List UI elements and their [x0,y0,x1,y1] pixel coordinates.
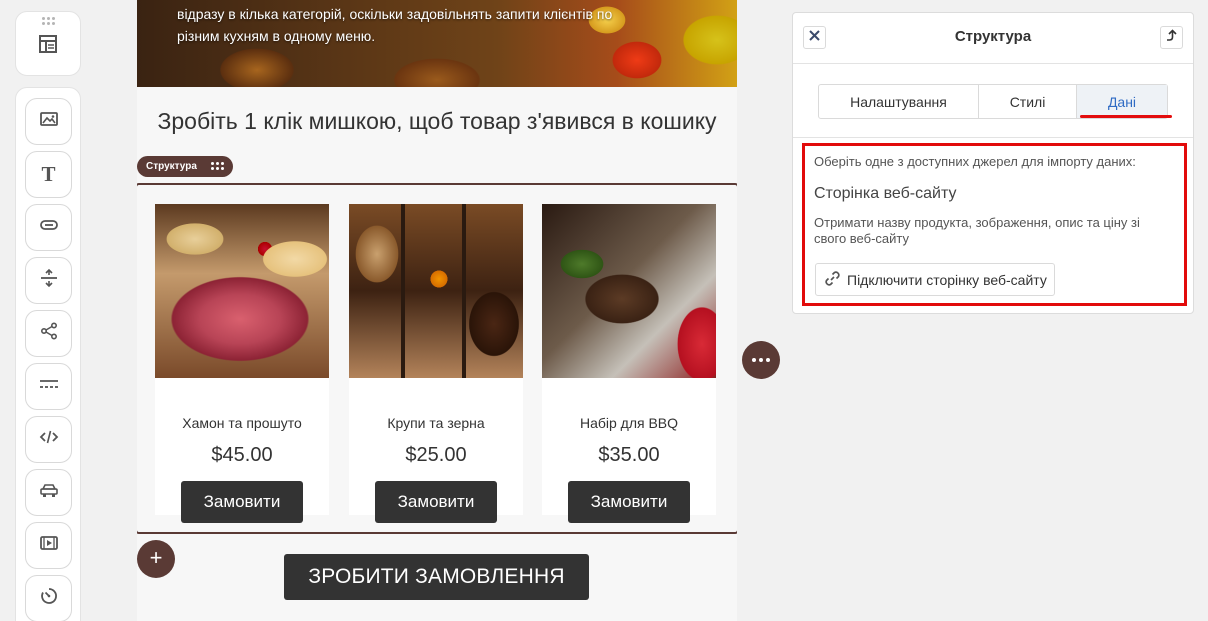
image-icon [39,109,59,134]
hero-text: відразу в кілька категорій, оскільки зад… [177,3,647,47]
place-order-button[interactable]: ЗРОБИТИ ЗАМОВЛЕННЯ [284,554,589,600]
tab-data[interactable]: Дані [1077,85,1167,118]
social-block-button[interactable] [25,310,72,357]
product-price: $25.00 [405,444,467,466]
data-source-title: Сторінка веб-сайту [814,185,957,202]
move-up-button[interactable] [1160,26,1183,49]
code-icon [39,427,59,452]
blocks-toolbar: T [15,87,81,621]
spacer-icon [39,268,59,293]
connect-website-button[interactable]: Підключити сторінку веб-сайту [815,263,1055,296]
structure-tag-label: Структура [146,161,197,172]
product-image-grains [349,204,523,378]
product-structure[interactable]: Хамон та прошуто $45.00 Замовити Крупи т… [137,183,737,534]
order-product-button[interactable]: Замовити [568,481,690,523]
product-price: $35.00 [598,444,660,466]
order-product-button[interactable]: Замовити [375,481,497,523]
button-icon [39,215,59,240]
product-image-jamon [155,204,329,378]
text-icon: T [41,162,56,186]
drag-handle-icon[interactable] [211,162,225,171]
product-name: Крупи та зерна [387,415,485,431]
product-card[interactable]: Набір для BBQ $35.00 Замовити [542,204,716,523]
dot [766,358,770,362]
code-block-button[interactable] [25,416,72,463]
dot [759,358,763,362]
drag-handle-icon[interactable] [42,17,56,26]
email-canvas: відразу в кілька категорій, оскільки зад… [137,0,737,621]
structure-tag[interactable]: Структура [137,156,233,177]
data-source-description: Отримати назву продукта, зображення, опи… [814,215,1140,246]
product-card[interactable]: Хамон та прошуто $45.00 Замовити [155,204,329,523]
layout-icon[interactable] [38,34,58,54]
car-icon [39,480,59,505]
product-card[interactable]: Крупи та зерна $25.00 Замовити [349,204,523,523]
tab-settings[interactable]: Налаштування [819,85,979,118]
hero-text-line-2: різним кухням в одному меню. [177,28,376,44]
arrow-up-icon [1165,28,1178,47]
structure-tool-panel [15,11,81,76]
product-image-bbq [542,204,716,378]
panel-tabs: Налаштування Стилі Дані [818,84,1168,119]
video-block-button[interactable] [25,522,72,569]
dot [752,358,756,362]
active-tab-underline [1080,115,1172,118]
section-title[interactable]: Зробіть 1 клік мишкою, щоб товар з'явивс… [157,107,717,136]
hero-text-cut-line [177,0,181,11]
text-block-button[interactable]: T [25,151,72,198]
data-source-intro: Оберіть одне з доступних джерел для імпо… [814,154,1136,169]
product-price: $45.00 [211,444,273,466]
spacer-block-button[interactable] [25,257,72,304]
image-block-button[interactable] [25,98,72,145]
product-name: Набір для BBQ [579,415,679,431]
timer-icon [39,586,59,611]
panel-header: Структура [793,13,1193,64]
hero-text-line-1: відразу в кілька категорій, оскільки зад… [177,6,613,22]
button-block-button[interactable] [25,204,72,251]
divider-icon [39,374,59,399]
social-icon [39,321,59,346]
product-name: Хамон та прошуто [182,415,302,431]
more-options-button[interactable] [742,341,780,379]
divider-block-button[interactable] [25,363,72,410]
add-block-button[interactable]: + [137,540,175,578]
panel-title: Структура [954,28,1032,45]
product-block-button[interactable] [25,469,72,516]
video-icon [39,533,59,558]
tab-styles[interactable]: Стилі [979,85,1077,118]
order-product-button[interactable]: Замовити [181,481,303,523]
connect-website-label: Підключити сторінку веб-сайту [847,271,1047,288]
timer-block-button[interactable] [25,575,72,621]
hero-image: відразу в кілька категорій, оскільки зад… [137,0,737,87]
link-icon [824,270,841,290]
structure-panel: Структура Налаштування Стилі Дані Оберіт… [792,12,1194,314]
divider [793,137,1193,138]
